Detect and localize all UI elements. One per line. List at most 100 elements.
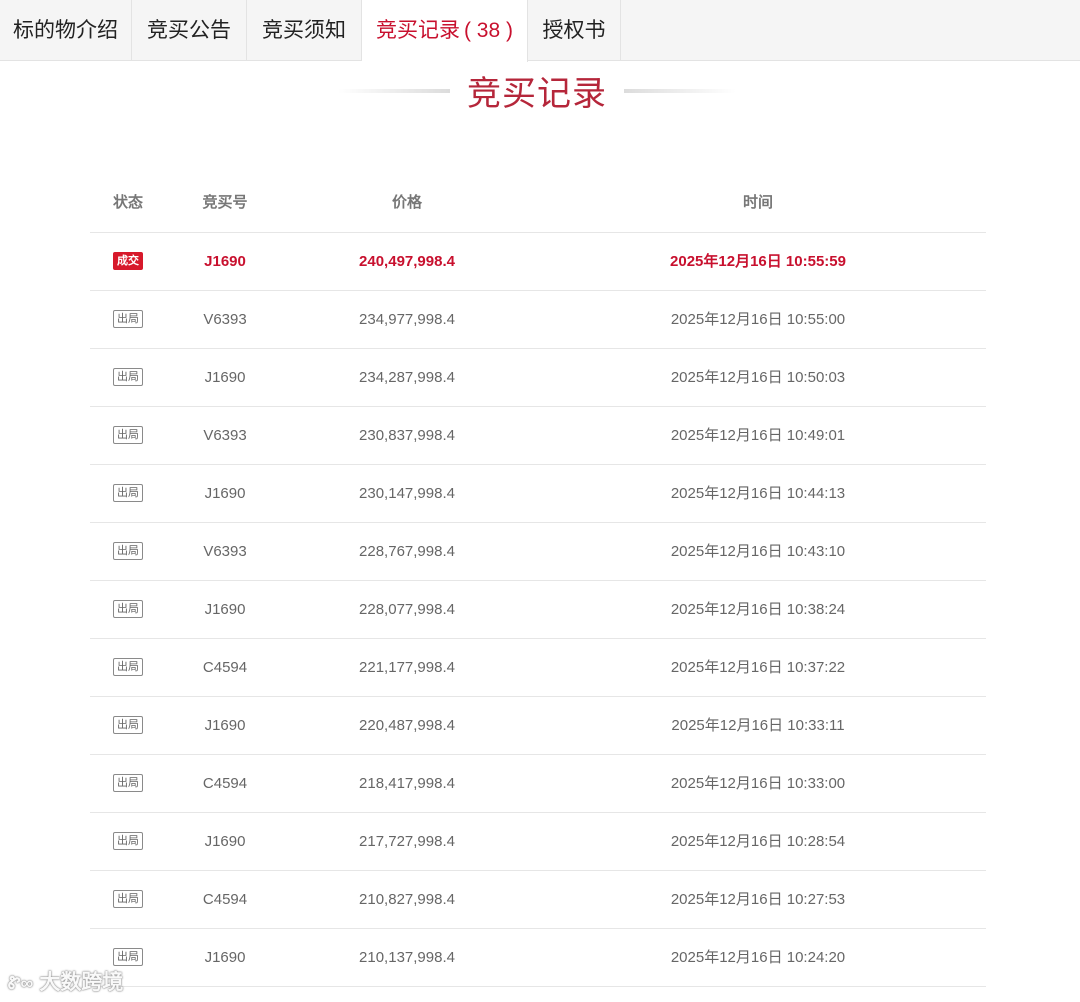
status-cell: 出局 [90, 755, 166, 812]
table-row: 出局 J1690 210,137,998.4 2025年12月16日 10:24:20 [90, 929, 986, 987]
price-cell: 234,287,998.4 [359, 369, 455, 386]
tab-label: 标的物介绍 [13, 19, 118, 42]
time-cell: 2025年12月16日 10:38:24 [670, 601, 846, 618]
status-badge: 出局 [113, 600, 143, 619]
title-divider-left [338, 89, 450, 93]
status-cell: 出局 [90, 349, 166, 406]
tab-bid-records[interactable]: 竞买记录( 38 ) [362, 0, 528, 62]
bid-number-cell: J1690 [204, 949, 246, 966]
price-cell: 234,977,998.4 [359, 311, 455, 328]
tab-bar: 标的物介绍 竞买公告 竞买须知 竞买记录( 38 ) 授权书 [0, 0, 1080, 62]
status-badge: 出局 [113, 832, 143, 851]
status-badge: 出局 [113, 948, 143, 967]
table-row: 出局 V6393 230,837,998.4 2025年12月16日 10:49:01 [90, 407, 986, 465]
table-row: 出局 J1690 220,487,998.4 2025年12月16日 10:33:11 [90, 697, 986, 755]
bid-records-table: 状态 竞买号 价格 时间 成交 J1690 240,497,998.4 2025年12… [90, 174, 986, 987]
table-row: 成交 J1690 240,497,998.4 2025年12月16日 10:55:59 [90, 233, 986, 291]
watermark-text: 大数跨境 [39, 971, 124, 994]
status-badge: 出局 [113, 716, 143, 735]
status-cell: 出局 [90, 639, 166, 696]
table-row: 出局 C4594 210,827,998.4 2025年12月16日 10:27:53 [90, 871, 986, 929]
bid-number-cell: V6393 [203, 427, 247, 444]
status-badge: 出局 [113, 658, 143, 677]
table-body: 成交 J1690 240,497,998.4 2025年12月16日 10:55:59… [90, 233, 986, 987]
table-row: 出局 V6393 228,767,998.4 2025年12月16日 10:43:10 [90, 523, 986, 581]
time-cell: 2025年12月16日 10:55:00 [670, 311, 846, 328]
price-cell: 228,767,998.4 [359, 543, 455, 560]
tab-label: 竞买公告 [147, 19, 231, 42]
table-row: 出局 J1690 217,727,998.4 2025年12月16日 10:28:54 [90, 813, 986, 871]
bid-number-cell: J1690 [204, 601, 246, 618]
table-row: 出局 J1690 230,147,998.4 2025年12月16日 10:44:13 [90, 465, 986, 523]
status-badge: 出局 [113, 484, 143, 503]
tab-announcement[interactable]: 竞买公告 [132, 0, 247, 61]
tab-notice[interactable]: 竞买须知 [247, 0, 362, 61]
tab-item-intro[interactable]: 标的物介绍 [0, 0, 132, 61]
time-cell: 2025年12月16日 10:43:10 [670, 543, 846, 560]
status-cell: 出局 [90, 291, 166, 348]
watermark: Ꮡ∞ 大数跨境 [8, 966, 123, 996]
price-cell: 217,727,998.4 [359, 833, 455, 850]
table-header-row: 状态 竞买号 价格 时间 [90, 174, 986, 233]
status-badge: 出局 [113, 368, 143, 387]
status-badge: 出局 [113, 890, 143, 909]
tab-label: 竞买须知 [262, 19, 346, 42]
time-cell: 2025年12月16日 10:28:54 [670, 833, 846, 850]
price-cell: 240,497,998.4 [359, 253, 455, 270]
time-cell: 2025年12月16日 10:24:20 [670, 949, 846, 966]
bid-number-cell: V6393 [203, 543, 247, 560]
status-badge: 出局 [113, 774, 143, 793]
bid-number-cell: V6393 [203, 311, 247, 328]
time-cell: 2025年12月16日 10:27:53 [670, 891, 846, 908]
status-cell: 出局 [90, 581, 166, 638]
price-cell: 230,147,998.4 [359, 485, 455, 502]
bid-number-cell: C4594 [202, 659, 248, 676]
table-row: 出局 C4594 218,417,998.4 2025年12月16日 10:33:00 [90, 755, 986, 813]
price-cell: 230,837,998.4 [359, 427, 455, 444]
status-badge: 成交 [113, 252, 143, 271]
bid-number-cell: J1690 [204, 253, 246, 270]
status-cell: 出局 [90, 871, 166, 928]
table-row: 出局 J1690 228,077,998.4 2025年12月16日 10:38:24 [90, 581, 986, 639]
status-cell: 出局 [90, 465, 166, 522]
watermark-logo: Ꮡ∞ [8, 973, 34, 993]
price-cell: 220,487,998.4 [359, 717, 455, 734]
time-cell: 2025年12月16日 10:55:59 [670, 253, 846, 270]
bid-number-cell: J1690 [204, 369, 246, 386]
time-cell: 2025年12月16日 10:33:00 [670, 775, 846, 792]
table-row: 出局 V6393 234,977,998.4 2025年12月16日 10:55:00 [90, 291, 986, 349]
section-title: 竞买记录 [467, 75, 607, 113]
bid-number-cell: J1690 [204, 485, 246, 502]
bid-number-cell: J1690 [204, 833, 246, 850]
title-divider-right [624, 89, 736, 93]
bid-number-cell: C4594 [202, 775, 248, 792]
price-cell: 210,137,998.4 [359, 949, 455, 966]
header-bid-number: 竞买号 [202, 194, 248, 211]
price-cell: 210,827,998.4 [359, 891, 455, 908]
status-cell: 出局 [90, 523, 166, 580]
header-price: 价格 [391, 194, 422, 211]
status-cell: 出局 [90, 697, 166, 754]
section-header: 竞买记录 [0, 62, 1080, 122]
time-cell: 2025年12月16日 10:49:01 [670, 427, 846, 444]
time-cell: 2025年12月16日 10:37:22 [670, 659, 846, 676]
tab-label: 竞买记录 [375, 19, 460, 42]
price-cell: 228,077,998.4 [359, 601, 455, 618]
time-cell: 2025年12月16日 10:44:13 [670, 485, 846, 502]
price-cell: 221,177,998.4 [359, 659, 455, 676]
bid-number-cell: J1690 [204, 717, 246, 734]
header-time: 时间 [742, 194, 773, 211]
bid-number-cell: C4594 [202, 891, 248, 908]
table-row: 出局 J1690 234,287,998.4 2025年12月16日 10:50:03 [90, 349, 986, 407]
status-badge: 出局 [113, 310, 143, 329]
time-cell: 2025年12月16日 10:33:11 [671, 717, 845, 734]
status-badge: 出局 [113, 426, 143, 445]
time-cell: 2025年12月16日 10:50:03 [670, 369, 846, 386]
price-cell: 218,417,998.4 [359, 775, 455, 792]
tab-authorization[interactable]: 授权书 [528, 0, 621, 61]
tab-count: ( 38 ) [463, 19, 513, 42]
table-row: 出局 C4594 221,177,998.4 2025年12月16日 10:37:22 [90, 639, 986, 697]
header-status: 状态 [112, 194, 143, 211]
tab-label: 授权书 [542, 19, 606, 42]
status-cell: 出局 [90, 813, 166, 870]
